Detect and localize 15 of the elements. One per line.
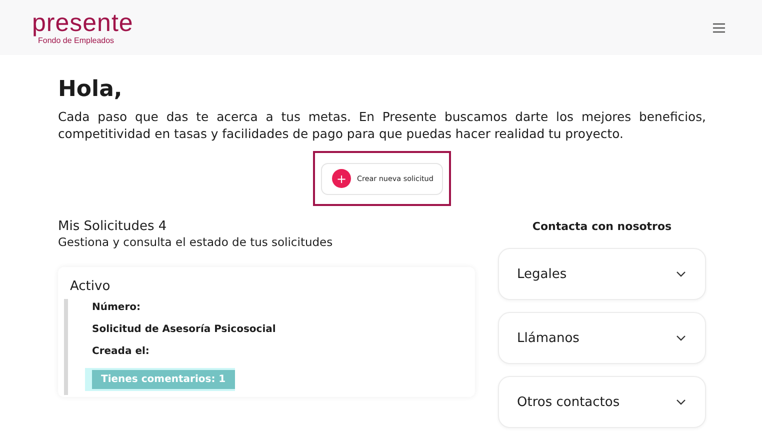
section-title: Mis Solicitudes 4 bbox=[58, 219, 168, 234]
request-field: Solicitud de Asesoría Psicosocial bbox=[92, 324, 465, 335]
request-field: Creada el: bbox=[92, 346, 465, 357]
accordion-item[interactable]: Otros contactos bbox=[498, 376, 706, 428]
menu-button[interactable] bbox=[712, 22, 726, 34]
contact-title: Contacta con nosotros bbox=[531, 220, 673, 233]
accordion-item[interactable]: Legales bbox=[498, 248, 706, 300]
logo[interactable]: presente Fondo de Empleados bbox=[32, 10, 134, 44]
plus-icon: + bbox=[332, 169, 351, 188]
request-field: Número: bbox=[92, 302, 465, 313]
section-subtitle: Gestiona y consulta el estado de tus solicitudes bbox=[58, 235, 334, 249]
accordion-item[interactable]: Llámanos bbox=[498, 312, 706, 364]
status-label: Activo bbox=[70, 279, 112, 294]
intro-text: Cada paso que das te acerca a tus metas. En Presente buscamos darte los mejores beneficios, competitividad en tasas y facilidades de pago para que puedas hacer realidad tu proyecto. bbox=[58, 108, 706, 142]
greeting: Hola, bbox=[58, 77, 124, 102]
